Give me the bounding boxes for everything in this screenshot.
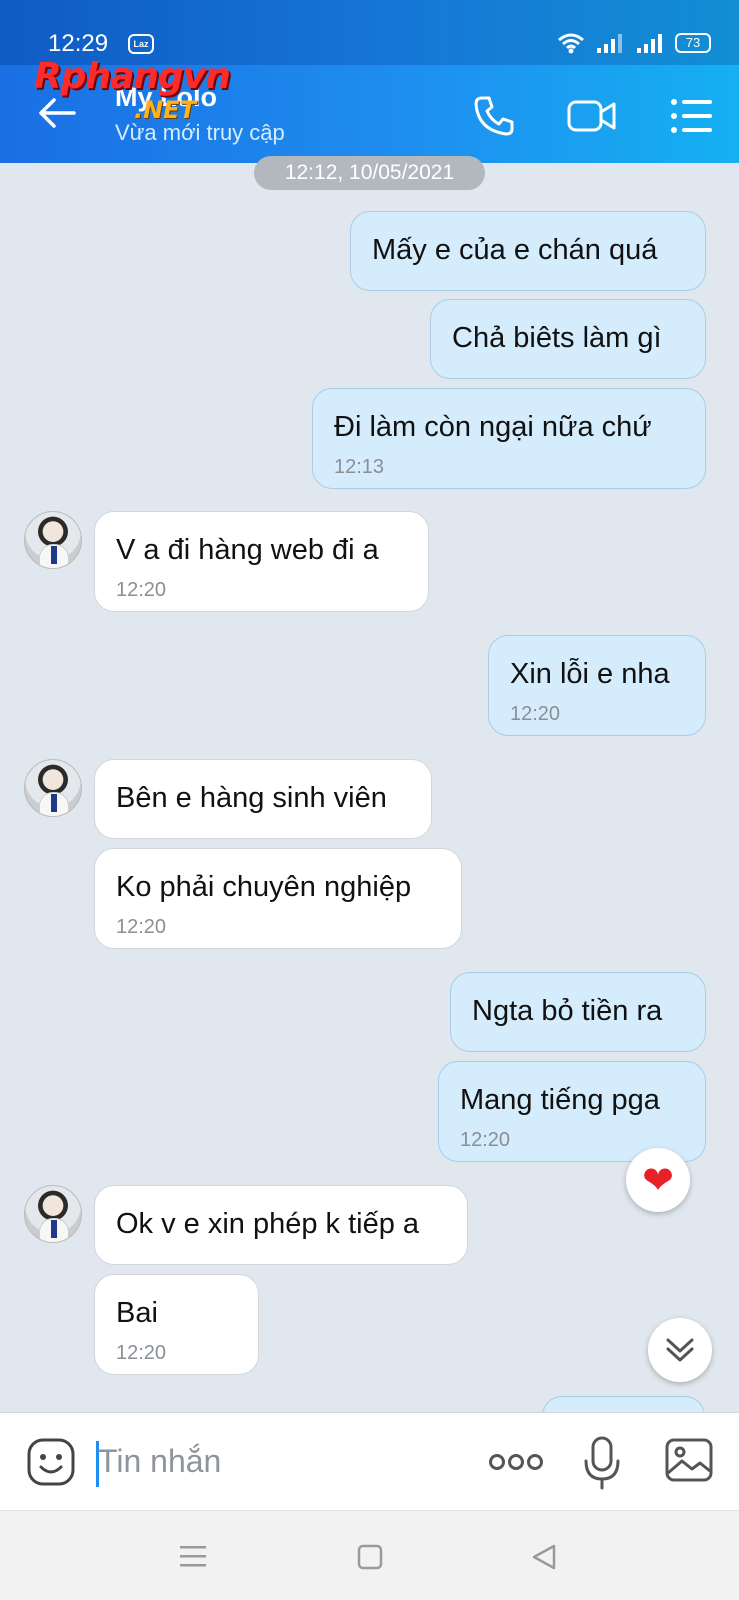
message-bubble-incoming[interactable]: Ok v e xin phép k tiếp a [94,1185,468,1265]
menu-list-icon[interactable] [668,92,716,140]
date-separator: 12:12, 10/05/2021 [254,156,485,190]
message-bubble-outgoing[interactable]: Mang tiếng pga 12:20 [438,1061,706,1162]
watermark-logo: Rphangvn .NET [34,56,231,124]
message-text: Ko phải chuyên nghiệp [116,871,412,903]
message-bubble-outgoing[interactable]: Xin lỗi e nha 12:20 [488,635,706,736]
lazada-notification-icon: Laz [128,34,154,54]
status-time: 12:29 [48,30,109,57]
system-navigation-bar [0,1510,739,1600]
watermark-main: Rphangvn [34,56,231,97]
message-text: Ngta bỏ tiền ra [472,995,663,1027]
message-bubble-outgoing[interactable]: Mấy e của e chán quá [350,211,706,291]
heart-reaction-icon[interactable]: ❤ [626,1148,690,1212]
microphone-icon[interactable] [582,1435,622,1491]
message-bubble-incoming[interactable]: V a đi hàng web đi a 12:20 [94,511,429,612]
message-time: 12:20 [116,579,167,601]
message-bubble-incoming[interactable]: Bên e hàng sinh viên [94,759,432,839]
message-text: Đi làm còn ngại nữa chứ [334,411,652,443]
message-bubble-outgoing[interactable]: Ngta bỏ tiền ra [450,972,706,1052]
message-text: Bên e hàng sinh viên [116,782,387,814]
video-call-icon[interactable] [566,92,618,140]
home-icon[interactable] [356,1543,384,1571]
message-text: Mang tiếng pga [460,1084,660,1116]
back-arrow-icon[interactable] [36,92,78,134]
message-text: Mấy e của e chán quá [372,234,658,266]
battery-icon: 73 [675,33,711,53]
message-composer: Tin nhắn [0,1412,739,1510]
status-indicators: 73 [557,32,711,54]
message-text: Bai [116,1297,158,1329]
avatar[interactable] [24,511,82,569]
sticker-emoji-icon[interactable] [26,1437,76,1487]
recent-apps-icon[interactable] [178,1543,208,1569]
message-text: Chả biêts làm gì [452,322,662,354]
message-text: V a đi hàng web đi a [116,534,379,566]
phone-icon[interactable] [470,92,518,140]
message-text: Xin lỗi e nha [510,658,670,690]
signal-icon [597,34,622,53]
message-bubble-incoming[interactable]: Bai 12:20 [94,1274,259,1375]
signal-icon-2 [637,34,662,53]
message-bubble-incoming[interactable]: Ko phải chuyên nghiệp 12:20 [94,848,462,949]
message-bubble-outgoing[interactable]: Đi làm còn ngại nữa chứ 12:13 [312,388,706,489]
double-chevron-down-icon [666,1338,694,1362]
wifi-icon [558,33,584,54]
message-bubble-outgoing[interactable]: Chả biêts làm gì [430,299,706,379]
message-time: 12:13 [334,456,385,478]
back-nav-icon[interactable] [530,1543,558,1571]
avatar[interactable] [24,759,82,817]
message-time: 12:20 [510,703,561,725]
message-time: 12:20 [116,1342,167,1364]
more-options-icon[interactable] [488,1449,544,1475]
image-gallery-icon[interactable] [664,1437,714,1483]
message-input[interactable]: Tin nhắn [98,1443,221,1480]
watermark-sub: .NET [134,96,196,124]
message-text: Ok v e xin phép k tiếp a [116,1208,420,1240]
scroll-to-bottom-button[interactable] [648,1318,712,1382]
avatar[interactable] [24,1185,82,1243]
message-time: 12:20 [116,916,167,938]
